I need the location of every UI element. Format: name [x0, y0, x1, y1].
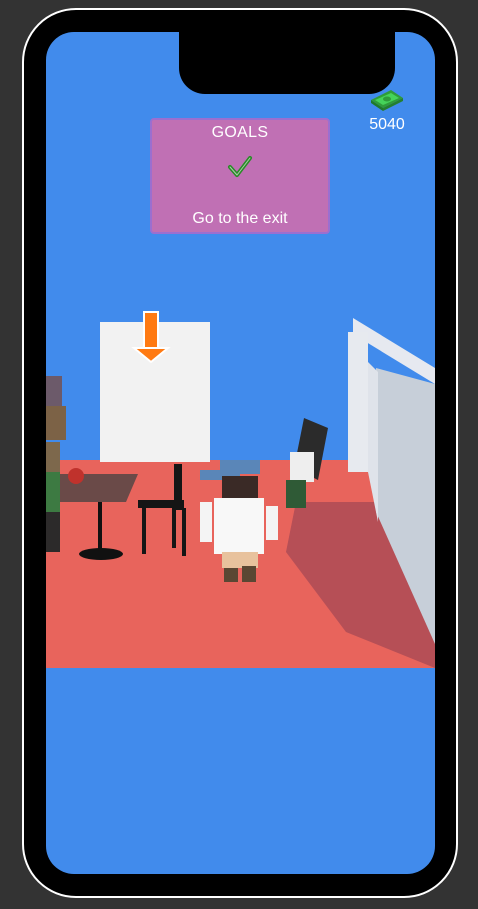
game-screen[interactable]: 5040 GOALS Go to the exit	[46, 32, 435, 874]
goals-title: GOALS	[211, 124, 269, 141]
money-counter: 5040	[357, 88, 417, 134]
device-notch	[179, 32, 395, 94]
goals-panel: GOALS Go to the exit	[150, 118, 330, 234]
npc-woman-left	[46, 472, 60, 552]
checkmark-icon	[227, 154, 253, 180]
arch-pillar	[348, 332, 368, 472]
goal-objective: Go to the exit	[192, 210, 288, 227]
money-value: 5040	[369, 116, 405, 133]
npc-man-left	[46, 376, 66, 472]
